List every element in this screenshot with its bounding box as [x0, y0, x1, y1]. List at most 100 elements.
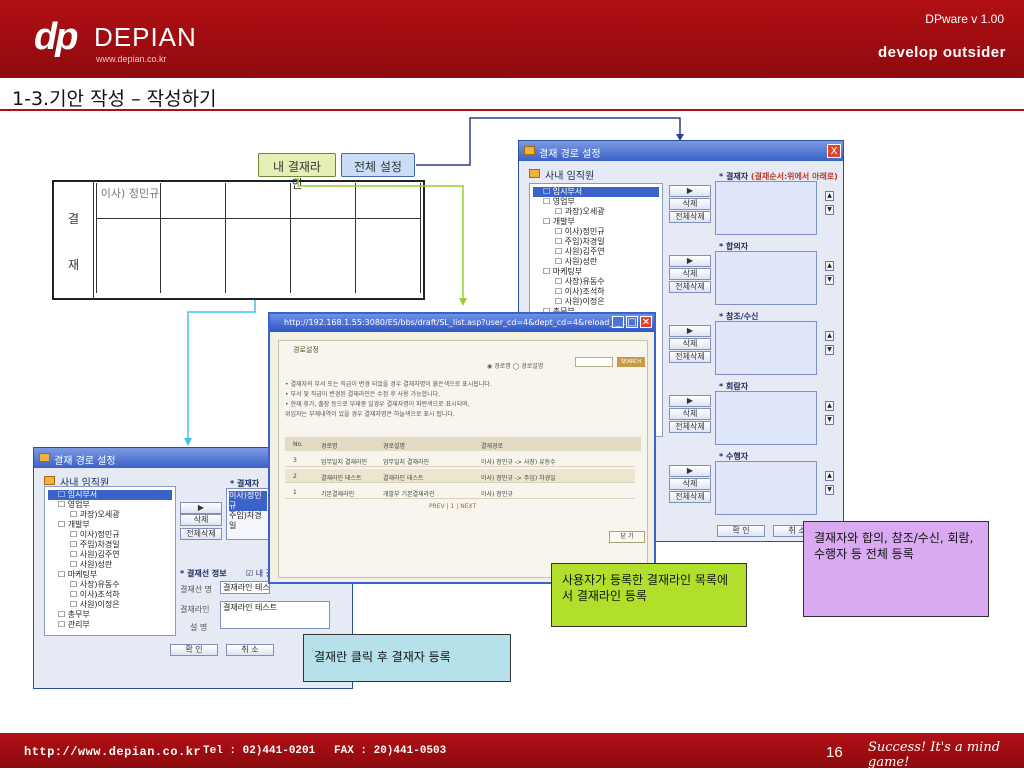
delete-all-button[interactable]: 전체삭제 [669, 211, 711, 223]
route-dialog-large-titlebar: 결재 경로 설정 [519, 141, 843, 161]
table-cell: 결재라인 테스트 [321, 475, 362, 482]
delete-button[interactable]: 삭제 [669, 338, 711, 350]
search-input[interactable] [575, 357, 613, 367]
tree-item[interactable]: ☐ 마케팅부 [48, 570, 172, 580]
tree-item[interactable]: ☐ 관리부 [48, 620, 172, 630]
tree-item[interactable]: ☐ 사원)김주연 [533, 247, 659, 257]
confirm-button[interactable]: 확 인 [717, 525, 765, 537]
table-cell: 결재라인 테스트 [383, 475, 424, 482]
tree-item[interactable]: ☐ 개발부 [48, 520, 172, 530]
group-list[interactable] [715, 321, 817, 375]
add-arrow-button[interactable]: ▶ [669, 465, 711, 477]
note-purple: 결재자와 합의, 참조/수신, 회람, 수행자 등 전체 등록 [803, 521, 989, 617]
table-row[interactable]: 2 결재라인 테스트 결재라인 테스트 이사) 정민규 -> 주임) 차경일 [285, 469, 635, 483]
tree-item[interactable]: ☐ 주임)차경일 [48, 540, 172, 550]
close-icon[interactable]: X [827, 144, 841, 158]
close-button[interactable]: 닫 기 [609, 531, 645, 543]
table-row[interactable]: 1 기본결재라인 개발부 기본결재라인 이사) 정민규 [285, 485, 635, 499]
up-arrow-button[interactable]: ▲ [825, 331, 834, 341]
tree-item[interactable]: ☐ 사원)김주연 [48, 550, 172, 560]
up-arrow-button[interactable]: ▲ [825, 471, 834, 481]
popup-content: 경로설정 ◉ 경로명 ◯ 경로설명 SEARCH PREV | 1 | NEXT… [278, 340, 648, 578]
down-arrow-button[interactable]: ▼ [825, 205, 834, 215]
approval-line-input[interactable]: 결재라인 테스트 [220, 601, 330, 629]
table-row[interactable]: 3 업무일지 결재라인 업무일지 결재라인 이사) 정민규 -> 사장) 유동수 [285, 453, 635, 467]
description-label: 설 명 [190, 623, 208, 632]
tree-item[interactable]: ☐ 사원)이정은 [48, 600, 172, 610]
delete-all-button[interactable]: 전체삭제 [669, 281, 711, 293]
close-icon[interactable]: ✕ [640, 316, 652, 328]
prev-button[interactable]: PREV [429, 503, 445, 510]
tree-item[interactable]: ☐ 이사)정민규 [48, 530, 172, 540]
up-arrow-button[interactable]: ▲ [825, 191, 834, 201]
down-arrow-button[interactable]: ▼ [825, 485, 834, 495]
group-list[interactable] [715, 461, 817, 515]
tree-item[interactable]: ☐ 과장)오세광 [533, 207, 659, 217]
delete-all-button[interactable]: 전체삭제 [669, 421, 711, 433]
tree-item[interactable]: ☐ 주임)차경일 [533, 237, 659, 247]
employee-tree[interactable]: ☐ 임시부서 ☐ 영업부 ☐ 과장)오세광 ☐ 개발부 ☐ 이사)정민규 ☐ 주임)차경일… [44, 486, 176, 636]
column-header: 결재경로 [481, 443, 504, 450]
delete-all-button[interactable]: 전체삭제 [669, 351, 711, 363]
search-button[interactable]: SEARCH [617, 357, 645, 367]
down-arrow-button[interactable]: ▼ [825, 415, 834, 425]
delete-all-button[interactable]: 전체삭제 [180, 528, 222, 540]
tree-item[interactable]: ☐ 이사)조석하 [48, 590, 172, 600]
tree-item[interactable]: ☐ 임시부서 [48, 490, 172, 500]
popup-titlebar: http://192.168.1.55:3080/ES/bbs/draft/SL… [270, 314, 654, 332]
up-arrow-button[interactable]: ▲ [825, 261, 834, 271]
down-arrow-button[interactable]: ▼ [825, 345, 834, 355]
delete-button[interactable]: 삭제 [180, 514, 222, 526]
tree-item[interactable]: ☐ 이사)조석하 [533, 287, 659, 297]
tree-item[interactable]: ☐ 사장)유동수 [533, 277, 659, 287]
route-dialog-small-title: 결재 경로 설정 [54, 456, 116, 467]
delete-button[interactable]: 삭제 [669, 408, 711, 420]
tree-item[interactable]: ☐ 사원)이정은 [533, 297, 659, 307]
minimize-icon[interactable]: _ [612, 316, 624, 328]
tree-item[interactable]: ☐ 과장)오세광 [48, 510, 172, 520]
radio-path-name[interactable]: ◉ 경로명 ◯ 경로설명 [487, 361, 543, 370]
approver-item[interactable]: 이사)정민규 [229, 491, 267, 511]
column-header: 경로명 [321, 443, 338, 450]
delete-button[interactable]: 삭제 [669, 478, 711, 490]
tree-item[interactable]: ☐ 사원)성란 [48, 560, 172, 570]
route-dialog-large-title: 결재 경로 설정 [539, 149, 601, 160]
group-list[interactable] [715, 181, 817, 235]
approver-list[interactable]: 이사)정민규 주임)차경일 [226, 488, 270, 540]
delete-button[interactable]: 삭제 [669, 268, 711, 280]
tree-item[interactable]: ☐ 사장)유동수 [48, 580, 172, 590]
group-list[interactable] [715, 391, 817, 445]
tree-item[interactable]: ☐ 총무부 [48, 610, 172, 620]
column-header: 경로설명 [383, 443, 406, 450]
tree-item[interactable]: ☐ 이사)정민규 [533, 227, 659, 237]
tree-item[interactable]: ☐ 마케팅부 [533, 267, 659, 277]
tree-item[interactable]: ☐ 사원)성란 [533, 257, 659, 267]
confirm-button[interactable]: 확 인 [170, 644, 218, 656]
tree-item[interactable]: ☐ 영업부 [48, 500, 172, 510]
down-arrow-button[interactable]: ▼ [825, 275, 834, 285]
maximize-icon[interactable]: □ [626, 316, 638, 328]
line-name-input[interactable]: 결재라인 테스트 [220, 581, 270, 594]
folder-icon [524, 146, 535, 155]
tree-item[interactable]: ☐ 개발부 [533, 217, 659, 227]
tree-item[interactable]: ☐ 영업부 [533, 197, 659, 207]
approver-item[interactable]: 주임)차경일 [229, 511, 267, 531]
footer-motto: Success! It's a mind game! [868, 740, 1001, 770]
up-arrow-button[interactable]: ▲ [825, 401, 834, 411]
group-list[interactable] [715, 251, 817, 305]
delete-button[interactable]: 삭제 [669, 198, 711, 210]
pagination[interactable]: PREV | 1 | NEXT [429, 503, 476, 510]
add-arrow-button[interactable]: ▶ [669, 325, 711, 337]
add-arrow-button[interactable]: ▶ [669, 185, 711, 197]
delete-all-button[interactable]: 전체삭제 [669, 491, 711, 503]
add-arrow-button[interactable]: ▶ [180, 502, 222, 514]
cancel-button[interactable]: 취 소 [226, 644, 274, 656]
employee-section-label: 사내 임직원 [545, 171, 595, 182]
footer-fax: FAX : 20)441-0503 [334, 745, 447, 757]
next-button[interactable]: NEXT [460, 503, 476, 510]
table-cell: 3 [293, 457, 297, 464]
add-arrow-button[interactable]: ▶ [669, 395, 711, 407]
tree-item[interactable]: ☐ 임시부서 [533, 187, 659, 197]
folder-icon [529, 169, 540, 178]
add-arrow-button[interactable]: ▶ [669, 255, 711, 267]
